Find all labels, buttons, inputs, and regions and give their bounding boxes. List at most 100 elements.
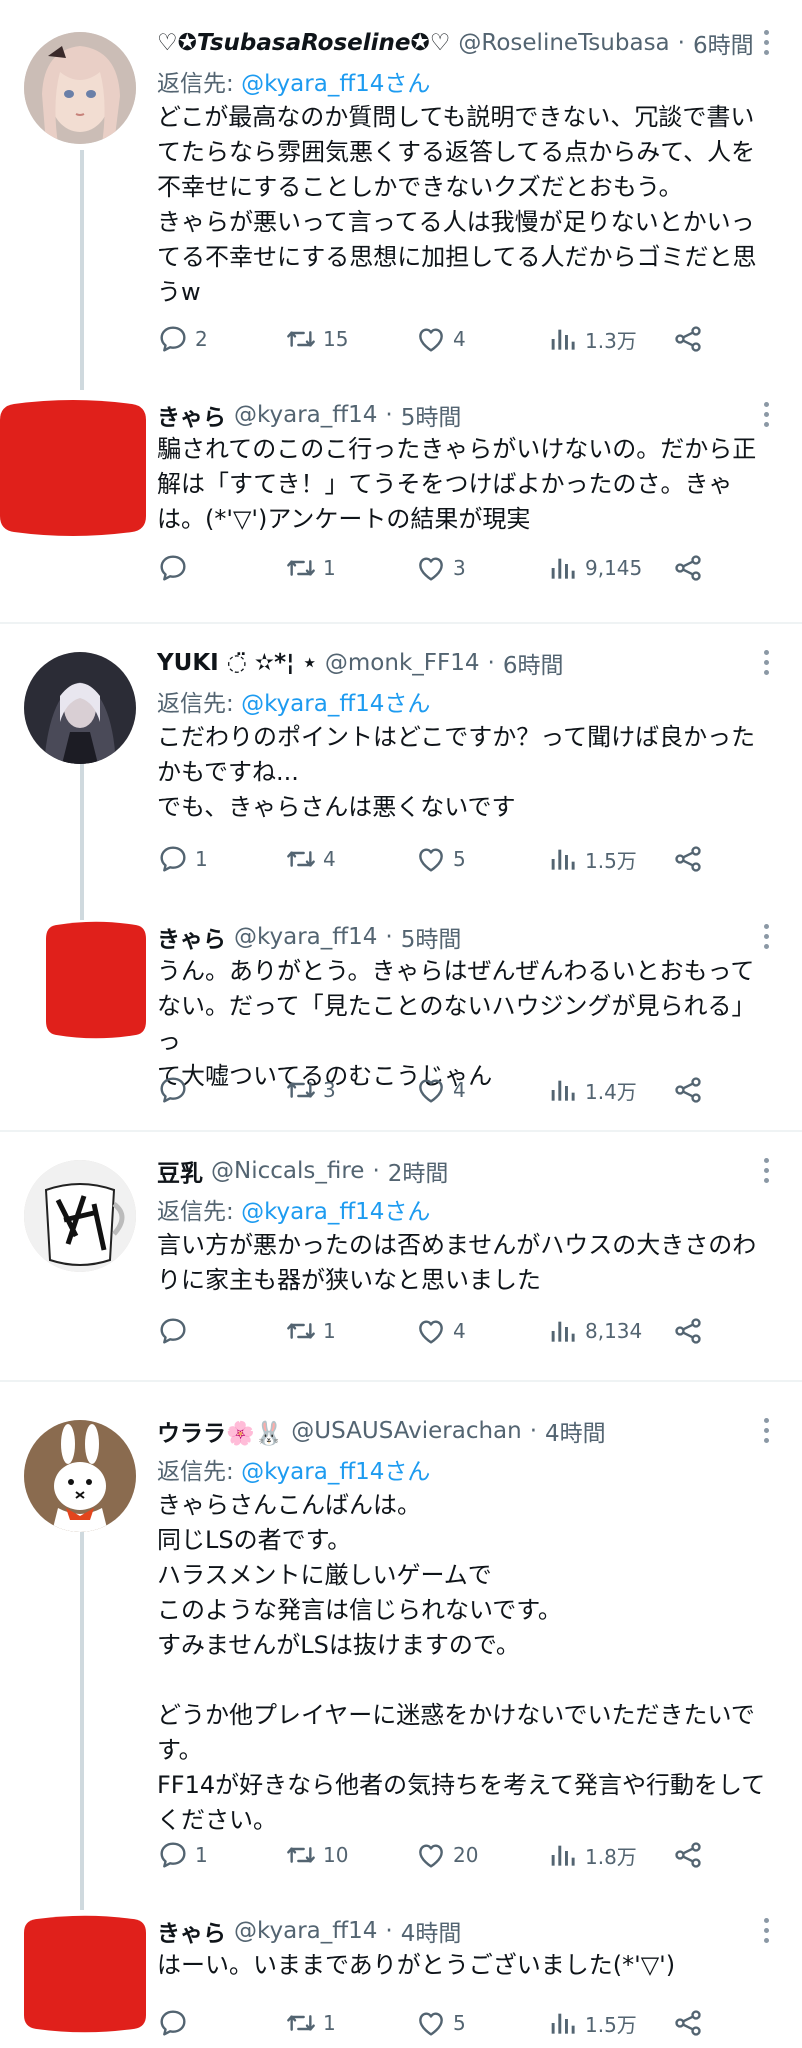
views-count: 1.4万 — [585, 1079, 637, 1104]
share-button[interactable] — [672, 1838, 710, 1872]
avatar[interactable] — [24, 1160, 136, 1272]
mention-link[interactable]: @kyara_ff14さん — [241, 1199, 430, 1225]
reply-button[interactable]: 2 — [157, 322, 208, 356]
retweet-button[interactable]: 1 — [285, 551, 336, 585]
like-button[interactable]: 5 — [415, 2006, 466, 2040]
retweet-button[interactable]: 4 — [285, 842, 336, 876]
tweet[interactable]: きゃら @kyara_ff14 · 5時間 騙されてのこのこ行ったきゃらがいけな… — [0, 398, 802, 598]
username[interactable]: @monk_FF14 — [325, 650, 480, 676]
retweet-button[interactable]: 1 — [285, 1314, 336, 1348]
timestamp[interactable]: 4時間 — [401, 1914, 462, 1948]
views-button[interactable]: 1.5万 — [547, 2006, 637, 2040]
timestamp[interactable]: 5時間 — [401, 398, 462, 432]
replying-to-label: 返信先: — [157, 71, 242, 97]
more-icon[interactable] — [764, 1918, 770, 1943]
username[interactable]: @kyara_ff14 — [234, 402, 377, 428]
replying-to: 返信先: @kyara_ff14さん — [157, 1192, 430, 1226]
retweet-count: 1 — [323, 2011, 336, 2035]
like-button[interactable]: 20 — [415, 1838, 478, 1872]
reply-button[interactable] — [157, 1073, 195, 1107]
retweet-count: 3 — [323, 1078, 336, 1102]
display-name[interactable]: YUKI ◌̈ ✫*¦ ⋆ — [157, 650, 317, 676]
reply-button[interactable] — [157, 551, 195, 585]
share-button[interactable] — [672, 1314, 710, 1348]
like-icon — [415, 1839, 447, 1871]
retweet-button[interactable]: 1 — [285, 2006, 336, 2040]
more-icon[interactable] — [764, 30, 770, 55]
like-button[interactable]: 5 — [415, 842, 466, 876]
timestamp[interactable]: 6時間 — [693, 26, 754, 60]
display-name[interactable]: きゃら — [157, 1914, 226, 1948]
display-name[interactable]: ウララ🌸🐰 — [157, 1414, 283, 1448]
avatar[interactable] — [0, 398, 146, 538]
avatar[interactable] — [24, 1420, 136, 1532]
reply-button[interactable] — [157, 1314, 195, 1348]
views-button[interactable]: 1.5万 — [547, 842, 637, 876]
display-name[interactable]: きゃら — [157, 920, 226, 954]
retweet-button[interactable]: 10 — [285, 1838, 348, 1872]
more-icon[interactable] — [764, 1158, 770, 1183]
avatar[interactable] — [24, 32, 136, 144]
like-button[interactable]: 4 — [415, 322, 466, 356]
avatar[interactable] — [46, 920, 146, 1040]
like-button[interactable]: 3 — [415, 551, 466, 585]
timestamp[interactable]: 5時間 — [401, 920, 462, 954]
divider — [0, 1130, 802, 1132]
more-icon[interactable] — [764, 650, 770, 675]
share-button[interactable] — [672, 551, 710, 585]
username[interactable]: @kyara_ff14 — [234, 1918, 377, 1944]
reply-icon — [157, 1315, 189, 1347]
retweet-icon — [285, 552, 317, 584]
username[interactable]: @kyara_ff14 — [234, 924, 377, 950]
tweet-header: YUKI ◌̈ ✫*¦ ⋆ @monk_FF14 · 6時間 — [157, 646, 563, 680]
more-icon[interactable] — [764, 402, 770, 427]
share-button[interactable] — [672, 842, 710, 876]
views-button[interactable]: 1.3万 — [547, 322, 637, 356]
more-icon[interactable] — [764, 924, 770, 949]
username[interactable]: @USAUSAvierachan — [291, 1418, 521, 1444]
tweet[interactable]: 豆乳 @Niccals_fire · 2時間 返信先: @kyara_ff14さ… — [0, 1154, 802, 1354]
replying-to: 返信先: @kyara_ff14さん — [157, 684, 430, 718]
username[interactable]: @Niccals_fire — [211, 1158, 364, 1184]
avatar[interactable] — [24, 652, 136, 764]
display-name[interactable]: ♡✪TsubasaRoseline✪♡ — [157, 30, 450, 56]
separator-dot: · — [529, 1418, 538, 1444]
tweet[interactable]: きゃら @kyara_ff14 · 5時間 うん。ありがとう。きゃらはぜんぜんわ… — [0, 920, 802, 1120]
more-icon[interactable] — [764, 1418, 770, 1443]
timestamp[interactable]: 6時間 — [503, 646, 564, 680]
tweet[interactable]: ♡✪TsubasaRoseline✪♡ @RoselineTsubasa · 6… — [0, 26, 802, 356]
timestamp[interactable]: 4時間 — [545, 1414, 606, 1448]
tweet[interactable]: ウララ🌸🐰 @USAUSAvierachan · 4時間 返信先: @kyara… — [0, 1414, 802, 1874]
views-count: 1.5万 — [585, 2012, 637, 2037]
separator-dot: · — [385, 402, 393, 428]
views-icon — [547, 323, 579, 355]
views-button[interactable]: 8,134 — [547, 1314, 642, 1348]
like-button[interactable]: 4 — [415, 1314, 466, 1348]
reply-button[interactable]: 1 — [157, 842, 208, 876]
views-button[interactable]: 9,145 — [547, 551, 642, 585]
retweet-button[interactable]: 3 — [285, 1073, 336, 1107]
tweet-text: きゃらさんこんばんは。 同じLSの者です。 ハラスメントに厳しいゲームで このよ… — [157, 1491, 766, 1834]
timestamp[interactable]: 2時間 — [388, 1154, 449, 1188]
mention-link[interactable]: @kyara_ff14さん — [241, 691, 430, 717]
reply-button[interactable]: 1 — [157, 1838, 208, 1872]
share-button[interactable] — [672, 322, 710, 356]
views-count: 1.3万 — [585, 328, 637, 353]
username[interactable]: @RoselineTsubasa — [458, 30, 669, 56]
mention-link[interactable]: @kyara_ff14さん — [241, 1459, 430, 1485]
like-button[interactable]: 4 — [415, 1073, 466, 1107]
share-button[interactable] — [672, 1073, 710, 1107]
share-icon — [672, 2007, 704, 2039]
display-name[interactable]: きゃら — [157, 398, 226, 432]
reply-button[interactable] — [157, 2006, 195, 2040]
retweet-button[interactable]: 15 — [285, 322, 348, 356]
divider — [0, 622, 802, 624]
views-button[interactable]: 1.8万 — [547, 1838, 637, 1872]
avatar[interactable] — [24, 1914, 146, 2034]
views-button[interactable]: 1.4万 — [547, 1073, 637, 1107]
mention-link[interactable]: @kyara_ff14さん — [241, 71, 430, 97]
share-button[interactable] — [672, 2006, 710, 2040]
tweet[interactable]: YUKI ◌̈ ✫*¦ ⋆ @monk_FF14 · 6時間 返信先: @kya… — [0, 646, 802, 876]
display-name[interactable]: 豆乳 — [157, 1154, 203, 1188]
tweet[interactable]: きゃら @kyara_ff14 · 4時間 はーい。いままでありがとうございまし… — [0, 1914, 802, 2048]
